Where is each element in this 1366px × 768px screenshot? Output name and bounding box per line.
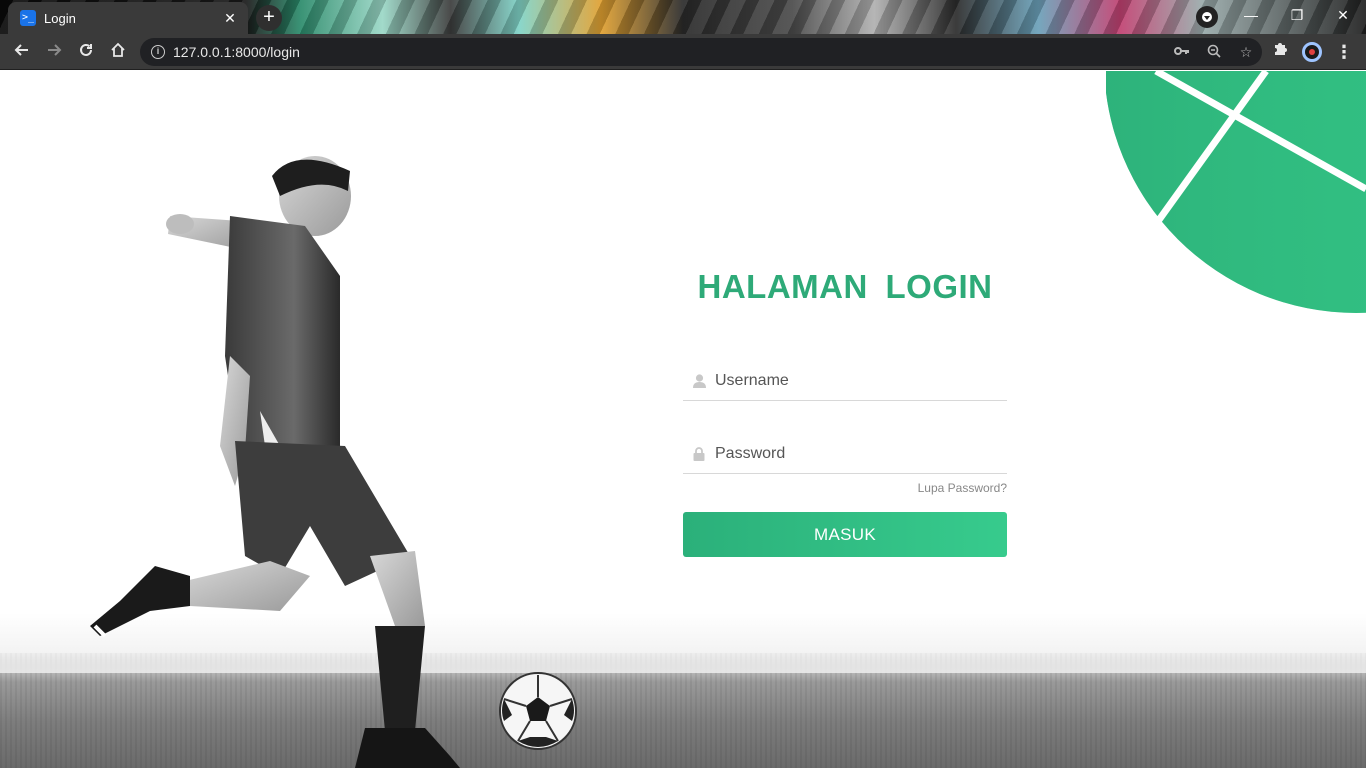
username-input[interactable] [715, 365, 1007, 396]
arrow-left-icon[interactable] [8, 38, 36, 66]
username-field [683, 361, 1007, 401]
football-player-image [90, 156, 460, 768]
info-icon[interactable]: i [151, 45, 165, 59]
soccer-ball [499, 672, 577, 750]
password-input[interactable] [715, 438, 1007, 469]
kebab-menu-icon[interactable]: ⋮ [1330, 38, 1358, 66]
forgot-password-link[interactable]: Lupa Password? [918, 481, 1007, 495]
page-title: HALAMAN LOGIN [697, 268, 993, 305]
tab-search-icon[interactable] [1196, 6, 1218, 28]
reload-icon[interactable] [72, 38, 100, 66]
puzzle-icon[interactable] [1266, 38, 1294, 66]
browser-toolbar: i 127.0.0.1:8000/login ☆ ⋮ [0, 34, 1366, 70]
new-tab-button[interactable]: + [256, 5, 282, 31]
browser-tab[interactable]: >_ Login ✕ [8, 2, 248, 34]
login-page: HALAMAN LOGIN Lupa Password? MASUK [0, 71, 1366, 768]
password-field [683, 434, 1007, 474]
key-icon[interactable] [1166, 44, 1198, 60]
maximize-button[interactable]: ❐ [1274, 0, 1320, 32]
address-bar[interactable]: i 127.0.0.1:8000/login ☆ [140, 38, 1262, 66]
user-icon [683, 373, 715, 388]
tab-title: Login [44, 10, 76, 26]
minimize-button[interactable]: — [1228, 0, 1274, 32]
profile-avatar[interactable] [1298, 38, 1326, 66]
lock-icon [683, 446, 715, 461]
zoom-out-icon[interactable] [1198, 44, 1230, 61]
arrow-right-icon[interactable] [40, 38, 68, 66]
tab-close-icon[interactable]: ✕ [220, 10, 240, 27]
star-icon[interactable]: ☆ [1230, 44, 1262, 61]
login-submit-button[interactable]: MASUK [683, 512, 1007, 557]
terminal-favicon-icon: >_ [20, 10, 36, 26]
home-icon[interactable] [104, 38, 132, 66]
decorative-green-circle [1106, 71, 1366, 313]
window-close-button[interactable]: ✕ [1320, 0, 1366, 32]
address-url[interactable]: 127.0.0.1:8000/login [173, 44, 1166, 60]
